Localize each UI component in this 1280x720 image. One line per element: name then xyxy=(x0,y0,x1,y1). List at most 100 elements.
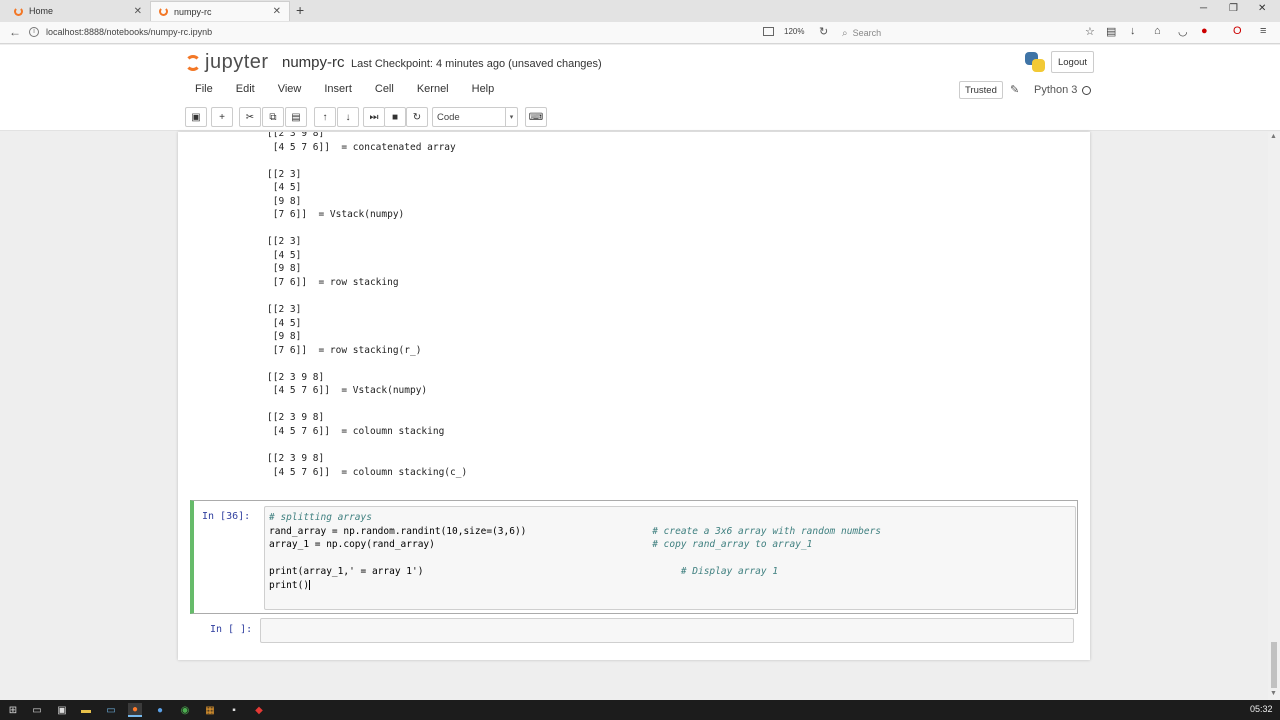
menu-cell[interactable]: Cell xyxy=(375,83,394,101)
tab-label: numpy-rc xyxy=(174,6,212,17)
restore-icon[interactable]: ❐ xyxy=(1229,3,1238,14)
home-icon[interactable]: ⌂ xyxy=(1154,25,1161,37)
reload-icon[interactable]: ↻ xyxy=(819,25,828,38)
search-icon: ⌕ xyxy=(842,27,848,39)
add-cell-icon[interactable]: + xyxy=(211,107,233,127)
pocket-icon[interactable]: ◡ xyxy=(1178,25,1188,38)
paste-icon[interactable]: ▤ xyxy=(285,107,307,127)
copy-icon[interactable]: ⧉ xyxy=(262,107,284,127)
jupyter-favicon-icon xyxy=(159,7,168,16)
close-icon[interactable]: ✕ xyxy=(134,6,142,17)
output-line: [[2 3] xyxy=(267,304,302,316)
output-line: [4 5 7 6]] = concatenated array xyxy=(267,141,456,153)
menu-file[interactable]: File xyxy=(195,83,213,101)
info-icon[interactable]: i xyxy=(29,27,39,37)
code-comment: # Display array 1 xyxy=(680,566,779,578)
new-tab-icon[interactable]: + xyxy=(296,2,304,18)
move-down-icon[interactable]: ↓ xyxy=(337,107,359,127)
restart-icon[interactable]: ↻ xyxy=(406,107,428,127)
tab-home[interactable]: Home ✕ xyxy=(6,1,150,21)
desktop-app-icon[interactable]: ▭ xyxy=(104,703,118,717)
menu-kernel[interactable]: Kernel xyxy=(417,83,449,101)
bookmark-star-icon[interactable]: ☆ xyxy=(1085,25,1095,38)
minimize-icon[interactable]: ─ xyxy=(1200,3,1207,14)
window-close-icon[interactable]: ✕ xyxy=(1258,3,1266,14)
output-line: [[2 3 9 8] xyxy=(267,371,325,383)
windows-start-icon[interactable]: ⊞ xyxy=(6,703,20,717)
back-arrow-icon[interactable]: ← xyxy=(9,25,21,39)
url-field[interactable]: localhost:8888/notebooks/numpy-rc.ipynb xyxy=(46,27,212,37)
run-icon[interactable]: ⏭ xyxy=(363,107,385,127)
output-line: [[2 3] xyxy=(267,236,302,248)
scroll-up-icon[interactable]: ▲ xyxy=(1270,133,1277,140)
menu-insert[interactable]: Insert xyxy=(324,83,352,101)
tab-numpy-rc[interactable]: numpy-rc ✕ xyxy=(150,1,290,21)
code-line: array_1 = np.copy(rand_array) xyxy=(269,539,435,551)
opera-icon[interactable]: O xyxy=(1233,25,1242,37)
jupyter-logo[interactable]: jupyter xyxy=(185,51,269,74)
output-line: [[2 3 9 8] xyxy=(267,132,325,139)
input-prompt: In [36]: xyxy=(202,511,251,522)
keyboard-icon[interactable]: ⌨ xyxy=(525,107,547,127)
code-comment: # splitting arrays xyxy=(269,512,372,523)
task-view-icon[interactable]: ▭ xyxy=(30,703,44,717)
hamburger-menu-icon[interactable]: ≡ xyxy=(1260,25,1266,37)
kernel-idle-icon xyxy=(1082,86,1091,95)
move-up-icon[interactable]: ↑ xyxy=(314,107,336,127)
menu-view[interactable]: View xyxy=(278,83,302,101)
input-prompt: In [ ]: xyxy=(210,624,253,635)
jupyter-logo-icon xyxy=(185,54,201,71)
search-placeholder: Search xyxy=(852,28,882,38)
output-line: [7 6]] = Vstack(numpy) xyxy=(267,209,405,221)
page-scrollbar[interactable] xyxy=(1268,132,1280,700)
menu-edit[interactable]: Edit xyxy=(236,83,255,101)
trusted-indicator[interactable]: Trusted xyxy=(959,81,1003,99)
code-line: print() xyxy=(269,579,310,591)
pdf-reader-icon[interactable]: ◆ xyxy=(252,703,266,717)
terminal-icon[interactable]: ▪ xyxy=(227,703,241,717)
output-line: [7 6]] = row stacking xyxy=(267,277,399,289)
cell-type-value: Code xyxy=(437,111,460,123)
output-line: [9 8] xyxy=(267,263,302,275)
browser-app-icon[interactable]: ● xyxy=(153,703,167,717)
output-line: [4 5] xyxy=(267,249,302,261)
scrollbar-thumb[interactable] xyxy=(1271,642,1277,688)
jupyter-favicon-icon xyxy=(14,6,23,16)
logout-button[interactable]: Logout xyxy=(1051,51,1094,73)
adblock-icon[interactable]: ● xyxy=(1201,25,1208,37)
code-editor[interactable]: # splitting arrays rand_array = np.rando… xyxy=(264,506,1076,610)
scroll-down-icon[interactable]: ▼ xyxy=(1270,690,1277,697)
close-icon[interactable]: ✕ xyxy=(273,6,281,17)
reader-view-icon[interactable] xyxy=(763,27,774,36)
firefox-icon[interactable]: ● xyxy=(128,703,142,717)
library-icon[interactable]: ▤ xyxy=(1106,25,1116,38)
code-cell-selected[interactable]: In [36]: # splitting arrays rand_array =… xyxy=(190,500,1078,614)
chrome-icon[interactable]: ◉ xyxy=(178,703,192,717)
code-text: # splitting arrays rand_array = np.rando… xyxy=(269,511,881,592)
search-input[interactable]: ⌕ Search xyxy=(842,25,1072,41)
output-line: [[2 3 9 8] xyxy=(267,453,325,465)
save-icon[interactable]: ▣ xyxy=(185,107,207,127)
code-cell-empty[interactable]: In [ ]: xyxy=(190,618,1078,646)
notebook-name[interactable]: numpy-rc xyxy=(282,54,345,71)
cut-icon[interactable]: ✂ xyxy=(239,107,261,127)
checkpoint-status: Last Checkpoint: 4 minutes ago (unsaved … xyxy=(351,58,602,70)
download-icon[interactable]: ↓ xyxy=(1130,25,1136,37)
menu-help[interactable]: Help xyxy=(472,83,495,101)
code-editor[interactable] xyxy=(260,618,1074,643)
code-line: rand_array = np.random.randint(10,size=(… xyxy=(269,525,527,537)
cell-type-select[interactable]: Code ▾ xyxy=(432,107,518,127)
output-line: [9 8] xyxy=(267,195,302,207)
stop-icon[interactable]: ■ xyxy=(384,107,406,127)
file-explorer-icon[interactable]: ▬ xyxy=(79,703,93,717)
browser-nav-bar: ← i localhost:8888/notebooks/numpy-rc.ip… xyxy=(0,22,1280,44)
store-icon[interactable]: ▣ xyxy=(55,703,69,717)
output-line: [7 6]] = row stacking(r_) xyxy=(267,344,422,356)
app-icon[interactable]: ▦ xyxy=(203,703,217,717)
tab-label: Home xyxy=(29,6,54,16)
zoom-level[interactable]: 120% xyxy=(784,27,804,36)
pencil-icon[interactable]: ✎ xyxy=(1010,83,1019,96)
